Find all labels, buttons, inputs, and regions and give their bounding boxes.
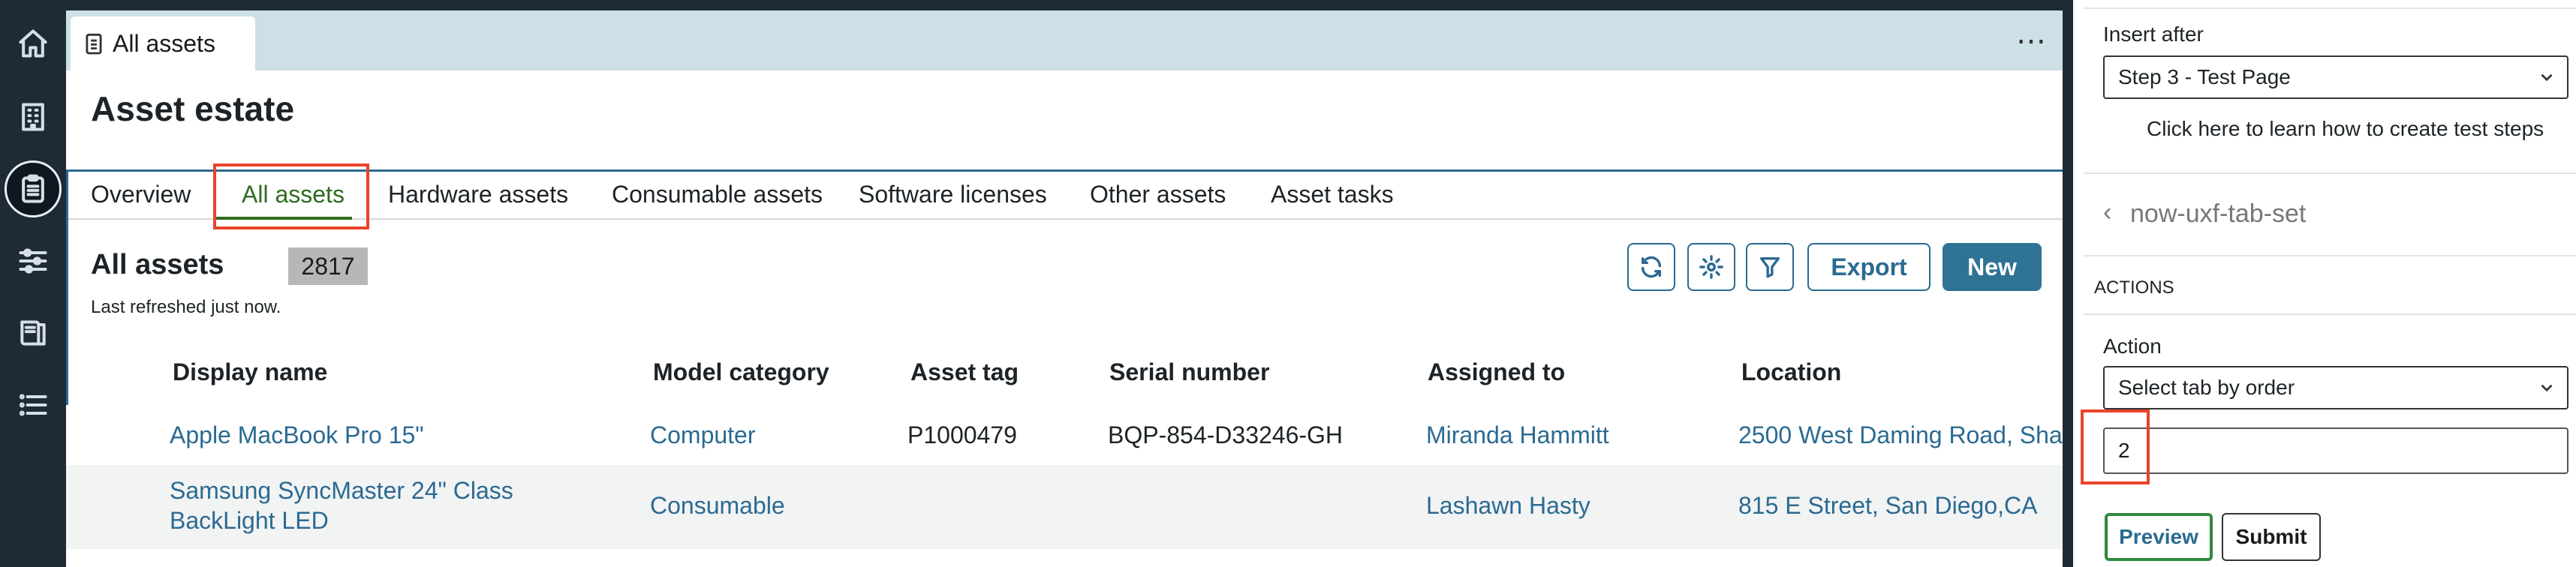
left-rail: [0, 0, 66, 567]
table-row: Apple MacBook Pro 15" Computer P1000479 …: [66, 405, 2075, 465]
main-workspace: All assets ⋯ Asset estate Overview All a…: [66, 0, 2075, 567]
tab-software-licenses[interactable]: Software licenses: [859, 181, 1047, 208]
page-title: Asset estate: [91, 89, 295, 128]
actions-heading: ACTIONS: [2094, 278, 2174, 298]
action-label: Action: [2103, 334, 2162, 358]
record-count-badge: 2817: [288, 248, 368, 285]
action-select[interactable]: Select tab by order: [2103, 366, 2568, 410]
refresh-button[interactable]: [1627, 243, 1675, 291]
cell-model-category[interactable]: Consumable: [650, 490, 785, 520]
insert-after-label: Insert after: [2103, 22, 2204, 46]
chevron-down-icon: [2537, 378, 2556, 398]
divider: [2084, 8, 2576, 9]
tab-overview[interactable]: Overview: [91, 181, 191, 208]
cell-display-name[interactable]: Samsung SyncMaster 24" Class BackLight L…: [170, 476, 560, 536]
insert-after-value: Step 3 - Test Page: [2118, 65, 2291, 88]
list-icon[interactable]: [11, 382, 56, 428]
list-title: All assets: [91, 249, 224, 280]
sliders-icon[interactable]: [11, 238, 56, 284]
insert-after-select[interactable]: Step 3 - Test Page: [2103, 56, 2568, 99]
clipboard-icon[interactable]: [5, 160, 62, 218]
column-header-display-name[interactable]: Display name: [173, 358, 327, 386]
column-header-asset-tag[interactable]: Asset tag: [910, 358, 1019, 386]
column-header-location[interactable]: Location: [1741, 358, 1841, 386]
more-horizontal-icon[interactable]: ⋯: [2016, 24, 2046, 58]
building-icon[interactable]: [11, 94, 56, 140]
divider: [2084, 255, 2576, 256]
cell-model-category[interactable]: Computer: [650, 420, 756, 450]
cell-location[interactable]: 815 E Street, San Diego,CA: [1738, 490, 2037, 520]
refresh-icon: [1641, 256, 1662, 278]
column-header-model-category[interactable]: Model category: [653, 358, 829, 386]
cell-assigned-to[interactable]: Miranda Hammitt: [1426, 420, 1609, 450]
tab-consumable-assets[interactable]: Consumable assets: [612, 181, 823, 208]
home-icon[interactable]: [11, 21, 56, 66]
table-row: Samsung SyncMaster 24" Class BackLight L…: [66, 465, 2063, 549]
highlight-box-input: [2081, 410, 2150, 484]
top-strip: [66, 0, 2063, 10]
cell-location[interactable]: 2500 West Daming Road, Shan: [1738, 420, 2075, 450]
gear-icon: [1699, 255, 1723, 279]
preview-button[interactable]: Preview: [2105, 513, 2213, 561]
divider: [2084, 314, 2576, 315]
table-row: [66, 549, 2063, 567]
divider: [2084, 172, 2576, 174]
back-chevron-icon[interactable]: ‹: [2103, 198, 2111, 227]
chevron-down-icon: [2537, 68, 2556, 87]
tab-order-input[interactable]: 2: [2103, 428, 2568, 474]
tab-all-assets[interactable]: All assets: [71, 16, 255, 70]
submit-button[interactable]: Submit: [2222, 513, 2321, 561]
clipboard-icon: [86, 33, 102, 55]
component-name: now-uxf-tab-set: [2130, 200, 2307, 228]
cell-assigned-to[interactable]: Lashawn Hasty: [1426, 490, 1590, 520]
tab-other-assets[interactable]: Other assets: [1090, 181, 1226, 208]
export-button[interactable]: Export: [1807, 243, 1930, 291]
workspace-tab-bar: All assets ⋯: [66, 10, 2063, 70]
filter-icon: [1759, 256, 1780, 278]
cell-display-name[interactable]: Apple MacBook Pro 15": [170, 420, 424, 450]
action-value: Select tab by order: [2118, 376, 2295, 399]
tab-title: All assets: [113, 29, 215, 57]
cell-serial-number: BQP-854-D33246-GH: [1108, 422, 1344, 448]
last-refreshed-text: Last refreshed just now.: [91, 297, 281, 317]
cell-asset-tag: P1000479: [907, 422, 1017, 448]
column-header-assigned-to[interactable]: Assigned to: [1428, 358, 1565, 386]
tab-hardware-assets[interactable]: Hardware assets: [388, 181, 568, 208]
new-button[interactable]: New: [1943, 243, 2042, 291]
settings-button[interactable]: [1687, 243, 1735, 291]
help-link[interactable]: Click here to learn how to create test s…: [2147, 117, 2544, 141]
filter-button[interactable]: [1746, 243, 1794, 291]
tab-asset-tasks[interactable]: Asset tasks: [1271, 181, 1394, 208]
book-icon[interactable]: [11, 310, 56, 356]
column-header-serial-number[interactable]: Serial number: [1109, 358, 1269, 386]
highlight-box-tab: [213, 164, 369, 230]
